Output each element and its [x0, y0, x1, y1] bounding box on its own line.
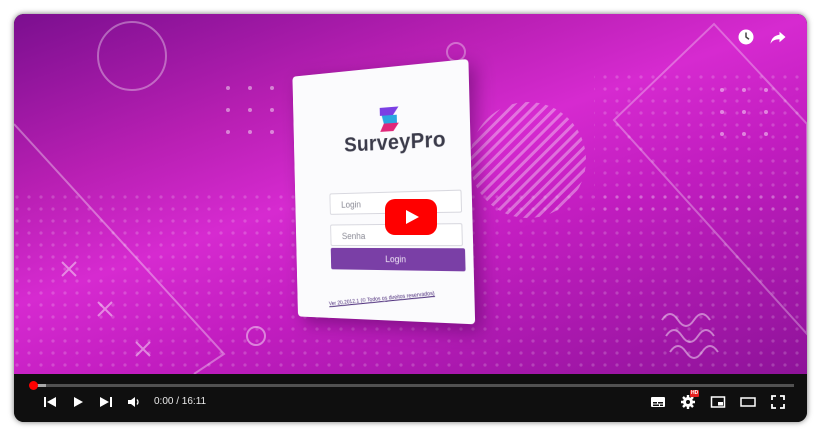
video-player[interactable]: SurveyPro Login Senha Login Ver 20.2012.… [14, 14, 807, 422]
theater-mode-icon[interactable] [740, 394, 756, 410]
share-icon[interactable] [769, 28, 787, 46]
version-link: Ver 20.2012.1 (© Todos os direitos reser… [328, 290, 436, 308]
brand-name: SurveyPro [343, 127, 447, 157]
fullscreen-icon[interactable] [770, 394, 786, 410]
video-frame[interactable]: SurveyPro Login Senha Login Ver 20.2012.… [14, 14, 807, 374]
skip-next-icon[interactable] [98, 394, 114, 410]
volume-icon[interactable] [126, 394, 142, 410]
skip-previous-icon[interactable] [42, 394, 58, 410]
login-card: SurveyPro Login Senha Login Ver 20.2012.… [292, 58, 476, 325]
control-bar: 0:00 / 16:11 HD [14, 374, 807, 422]
time-display: 0:00 / 16:11 [154, 396, 207, 407]
scrubber-knob[interactable] [29, 381, 38, 390]
play-icon[interactable] [70, 394, 86, 410]
miniplayer-icon[interactable] [710, 394, 726, 410]
clock-icon[interactable] [737, 28, 755, 46]
progress-bar[interactable] [29, 381, 794, 390]
login-button: Login [330, 247, 466, 272]
subtitles-icon[interactable] [650, 394, 666, 410]
hd-badge: HD [690, 390, 700, 397]
youtube-play-icon[interactable] [385, 199, 437, 235]
